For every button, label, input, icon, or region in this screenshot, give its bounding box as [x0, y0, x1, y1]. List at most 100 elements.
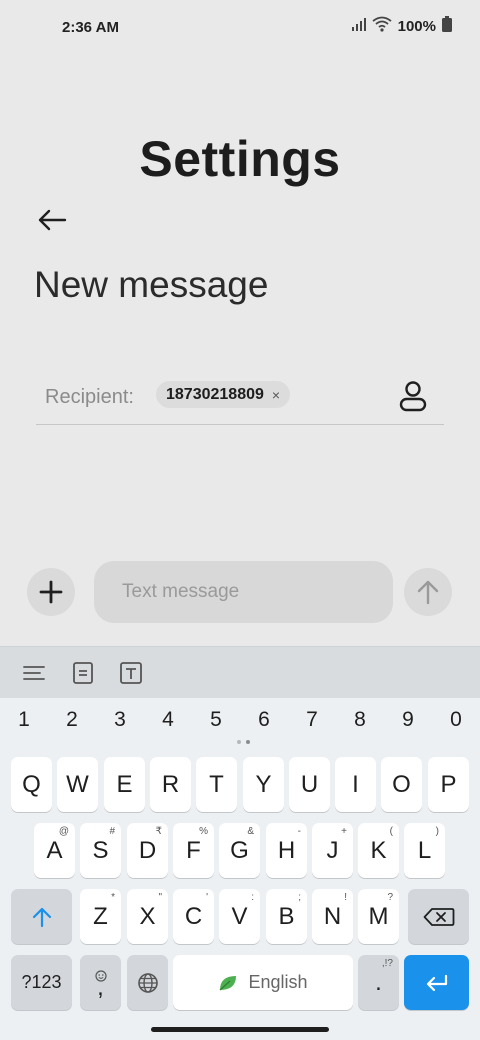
key-q[interactable]: Q — [11, 757, 52, 812]
key-hint: & — [247, 826, 254, 837]
key-h[interactable]: -H — [266, 823, 307, 878]
page-indicator — [237, 740, 251, 746]
home-indicator[interactable] — [151, 1027, 329, 1032]
key-5[interactable]: 5 — [196, 708, 236, 732]
add-attachment-button[interactable] — [27, 568, 75, 616]
recipient-chip-text: 18730218809 — [166, 385, 264, 403]
back-arrow-icon — [38, 209, 67, 231]
plus-icon — [39, 580, 63, 604]
space-key-label: English — [248, 972, 308, 992]
key-hint: ! — [344, 892, 347, 903]
key-1[interactable]: 1 — [4, 708, 44, 732]
key-label: J — [326, 836, 339, 864]
status-time: 2:36 AM — [62, 19, 119, 36]
key-s[interactable]: # S — [80, 823, 121, 878]
key-label: K — [370, 836, 387, 864]
key-o[interactable]: O — [381, 757, 422, 812]
key-label: L — [417, 836, 432, 864]
key-y[interactable]: Y — [243, 757, 284, 812]
page-title: Settings — [139, 131, 341, 187]
recipient-row[interactable]: Recipient: 18730218809 × — [36, 374, 444, 425]
key-label: D — [138, 836, 157, 864]
period-label: . — [375, 968, 382, 996]
recipient-label: Recipient: — [45, 386, 134, 408]
send-button[interactable] — [404, 568, 452, 616]
contact-picker-button[interactable] — [398, 380, 428, 412]
key-hint: : — [251, 892, 254, 903]
back-button[interactable] — [34, 204, 70, 236]
key-3[interactable]: 3 — [100, 708, 140, 732]
key-u[interactable]: U — [289, 757, 330, 812]
key-hint: @ — [58, 826, 69, 837]
key-z[interactable]: * Z — [80, 889, 121, 944]
key-a[interactable]: @ A — [34, 823, 75, 878]
key-8[interactable]: 8 — [340, 708, 380, 732]
key-7[interactable]: 7 — [292, 708, 332, 732]
enter-key[interactable] — [404, 955, 469, 1010]
key-0[interactable]: 0 — [436, 708, 476, 732]
text-format-icon[interactable] — [119, 661, 143, 685]
keyboard: 1 2 3 4 5 6 7 8 9 0 Q W E R T Y U I O P … — [0, 698, 480, 1040]
key-hint: # — [109, 826, 115, 837]
key-hint: ? — [387, 892, 393, 903]
key-n[interactable]: ! N — [312, 889, 353, 944]
key-hint: ; — [298, 892, 301, 903]
key-w[interactable]: W — [57, 757, 98, 812]
enter-arrow-icon — [426, 974, 447, 991]
key-hint: " — [158, 892, 162, 903]
menu-lines-icon[interactable] — [22, 661, 46, 685]
key-c[interactable]: ' C — [173, 889, 214, 944]
key-label: M — [368, 902, 389, 930]
key-l[interactable]: ) L — [404, 823, 445, 878]
key-label: V — [231, 902, 248, 930]
period-key[interactable]: ,!? . — [358, 955, 399, 1010]
key-m[interactable]: ? M — [358, 889, 399, 944]
message-input[interactable] — [94, 561, 393, 623]
key-b[interactable]: ; B — [266, 889, 307, 944]
key-2[interactable]: 2 — [52, 708, 92, 732]
key-hint: + — [341, 826, 347, 837]
language-key[interactable] — [127, 955, 168, 1010]
key-p[interactable]: P — [428, 757, 469, 812]
key-4[interactable]: 4 — [148, 708, 188, 732]
battery-percentage: 100% — [397, 18, 436, 35]
key-g[interactable]: & G — [219, 823, 260, 878]
key-label: G — [230, 836, 249, 864]
shift-key[interactable] — [11, 889, 72, 944]
key-hint: ' — [206, 892, 208, 903]
backspace-icon — [423, 907, 454, 926]
key-d[interactable]: ₹ D — [127, 823, 168, 878]
emoji-icon — [94, 961, 107, 989]
key-k[interactable]: (K — [358, 823, 399, 878]
key-label: S — [92, 836, 109, 864]
key-j[interactable]: + J — [312, 823, 353, 878]
clipboard-icon[interactable] — [71, 661, 95, 685]
key-t[interactable]: T — [196, 757, 237, 812]
key-v[interactable]: :V — [219, 889, 260, 944]
key-hint: ₹ — [155, 826, 162, 837]
chip-close-icon[interactable]: × — [272, 388, 280, 402]
space-key[interactable]: English — [173, 955, 353, 1010]
person-icon — [399, 381, 427, 412]
compose-title: New message — [34, 264, 269, 305]
key-f[interactable]: % F — [173, 823, 214, 878]
key-label: C — [184, 902, 203, 930]
key-hint: * — [111, 892, 115, 903]
status-bar: 2:36 AM 100% — [0, 0, 480, 56]
arrow-up-icon — [417, 580, 439, 605]
recipient-chip[interactable]: 18730218809 × — [156, 381, 291, 408]
key-r[interactable]: R — [150, 757, 191, 812]
globe-icon — [137, 972, 158, 993]
key-9[interactable]: 9 — [388, 708, 428, 732]
key-6[interactable]: 6 — [244, 708, 284, 732]
key-hint: - — [297, 826, 301, 837]
comma-emoji-key[interactable]: , — [80, 955, 121, 1010]
key-hint: ,!? — [381, 958, 393, 969]
key-hint: ) — [435, 826, 439, 837]
key-x[interactable]: " X — [127, 889, 168, 944]
backspace-key[interactable] — [408, 889, 469, 944]
key-i[interactable]: I — [335, 757, 376, 812]
page-dot-active — [246, 740, 250, 744]
symbols-key[interactable]: ?123 — [11, 955, 72, 1010]
key-e[interactable]: E — [104, 757, 145, 812]
